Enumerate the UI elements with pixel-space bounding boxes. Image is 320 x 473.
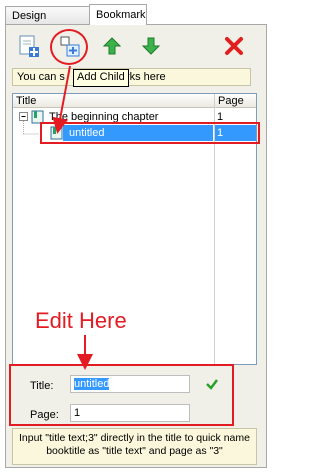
info-box: Input "title text;3" directly in the tit… [12, 428, 257, 465]
title-input[interactable]: untitled [70, 375, 190, 393]
tab-bookmark[interactable]: Bookmark [89, 4, 147, 25]
checkmark-icon[interactable] [205, 377, 219, 391]
page-input[interactable]: 1 [70, 404, 190, 422]
title-label: Title: [30, 380, 54, 392]
edit-here-annotation: Edit Here [35, 308, 127, 333]
page-label: Page: [30, 409, 59, 421]
